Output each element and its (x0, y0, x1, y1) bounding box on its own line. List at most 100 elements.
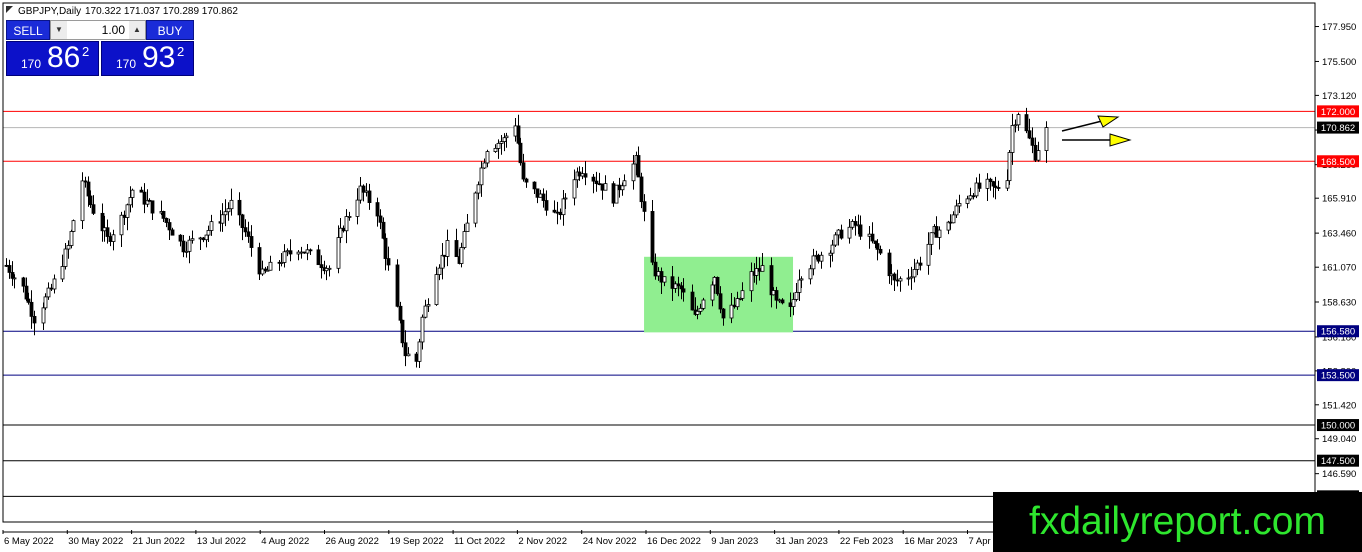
candle-body (462, 231, 467, 248)
candle-body (459, 247, 464, 264)
y-tick-label-6: 163.460 (1322, 229, 1356, 240)
candle-214 (847, 219, 852, 244)
candle-body (178, 234, 183, 242)
candle-body (1044, 127, 1049, 152)
lot-increase-icon[interactable]: ▲ (129, 21, 145, 39)
candle-71 (282, 244, 287, 268)
candle-94 (375, 197, 380, 227)
candle-38 (150, 200, 155, 220)
candle-body (442, 254, 447, 257)
watermark: fxdailyreport.com (993, 492, 1362, 552)
candle-body (184, 250, 189, 253)
candle-body (249, 236, 254, 248)
candle-body (777, 299, 782, 302)
candle-body (406, 353, 411, 357)
candle-body (288, 250, 293, 255)
candle-body (659, 271, 664, 283)
candle-body (650, 211, 655, 263)
buy-button[interactable]: BUY (146, 20, 194, 40)
candle-74 (296, 250, 301, 261)
candle-226 (892, 272, 897, 291)
y-tick-label-8: 158.630 (1322, 297, 1356, 308)
candle-body (538, 193, 543, 198)
y-tick-label-12: 149.040 (1322, 434, 1356, 445)
candle-264 (1044, 121, 1049, 163)
candle-35 (142, 183, 147, 214)
x-tick-label-5: 26 Aug 2022 (326, 536, 379, 547)
candle-241 (951, 211, 956, 224)
candle-body (695, 310, 700, 315)
candle-body (867, 233, 872, 237)
candle-body (732, 304, 737, 308)
candle-body (316, 249, 321, 266)
candle-body (951, 214, 956, 224)
candle-body (296, 251, 301, 255)
candle-body (108, 236, 113, 242)
candle-body (204, 234, 209, 241)
candle-body (49, 287, 54, 290)
candle-body (597, 183, 602, 186)
candle-body (670, 276, 675, 289)
level-badge-0: 172.000 (1321, 107, 1355, 118)
candle-body (386, 258, 391, 266)
lot-decrease-icon[interactable]: ▼ (51, 21, 67, 39)
candle-227 (895, 269, 900, 287)
candle-7 (29, 290, 34, 329)
candle-body (122, 214, 127, 218)
candle-body (948, 221, 953, 224)
candle-119 (473, 191, 478, 228)
candle-19 (80, 172, 85, 229)
candle-body (929, 232, 934, 245)
candle-body (223, 211, 228, 216)
candle-17 (69, 229, 74, 249)
candle-105 (417, 338, 422, 369)
candle-body (479, 167, 484, 186)
candle-12 (49, 283, 54, 291)
x-tick-label-9: 24 Nov 2022 (583, 536, 637, 547)
lot-size-stepper[interactable]: ▼ 1.00 ▲ (50, 20, 146, 40)
candle-body (915, 262, 920, 270)
candle-body (69, 231, 74, 246)
candle-body (1030, 137, 1035, 146)
candle-body (974, 182, 979, 197)
candle-body (344, 216, 349, 232)
candle-body (302, 251, 307, 254)
candle-101 (400, 319, 405, 348)
candle-133 (524, 177, 529, 188)
x-tick-label-12: 31 Jan 2023 (776, 536, 828, 547)
candle-220 (870, 222, 875, 244)
candle-5 (24, 277, 29, 302)
candle-body (105, 227, 110, 237)
candle-body (839, 229, 844, 239)
candle-body (690, 291, 695, 311)
candle-body (591, 176, 596, 182)
candles (4, 107, 1049, 369)
sell-button[interactable]: SELL (6, 20, 50, 40)
collapse-corner-icon[interactable] (6, 6, 13, 13)
candle-body (642, 201, 647, 212)
candle-208 (819, 251, 824, 269)
candle-243 (957, 194, 962, 213)
candle-body (181, 240, 186, 253)
candle-138 (544, 190, 549, 216)
level-badge-1: 168.500 (1321, 157, 1355, 168)
candle-body (24, 285, 29, 300)
candle-body (622, 180, 627, 187)
candle-body (1010, 125, 1015, 153)
candle-body (934, 226, 939, 238)
candle-154 (611, 181, 616, 207)
buy-price-box[interactable]: 170 93 2 (101, 41, 194, 76)
candle-132 (521, 153, 526, 182)
candle-237 (934, 216, 939, 238)
candle-body (819, 254, 824, 262)
lot-size-value[interactable]: 1.00 (69, 21, 127, 39)
sell-price-box[interactable]: 170 86 2 (6, 41, 99, 76)
candle-230 (909, 266, 914, 290)
candle-body (1007, 152, 1012, 182)
candle-body (496, 142, 501, 149)
candle-202 (797, 269, 802, 301)
candle-body (1024, 114, 1029, 132)
candle-body (912, 269, 917, 278)
candle-body (887, 252, 892, 277)
candle-body (282, 251, 287, 263)
